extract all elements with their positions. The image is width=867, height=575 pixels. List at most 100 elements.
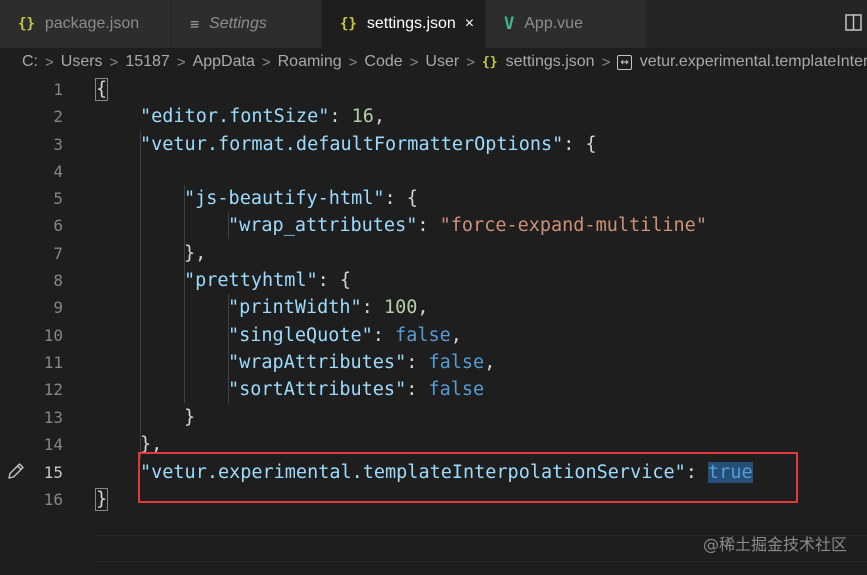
code-line: }, <box>184 240 206 267</box>
punct: , <box>373 106 386 127</box>
line-number: 10 <box>43 326 63 345</box>
json-number: 100 <box>383 297 418 318</box>
tab-package-json[interactable]: {} package.json <box>0 0 172 48</box>
code-line: "js-beautify-html": { <box>184 185 418 212</box>
code-line: { <box>94 76 109 103</box>
json-key: "wrapAttributes" <box>228 352 407 373</box>
close-icon[interactable]: × <box>465 15 474 33</box>
punct: : { <box>384 188 418 209</box>
json-boolean: false <box>395 325 451 346</box>
pencil-icon <box>8 463 24 479</box>
punct: : <box>329 106 352 127</box>
chevron-right-icon: > <box>45 53 54 71</box>
breadcrumb: C: > Users > 15187 > AppData > Roaming >… <box>0 48 867 76</box>
line-number: 1 <box>53 80 63 99</box>
json-key: "sortAttributes" <box>228 379 407 400</box>
tab-app-vue[interactable]: V App.vue <box>486 0 646 48</box>
line-number: 14 <box>43 435 63 454</box>
chevron-right-icon: > <box>109 53 119 71</box>
json-key: "printWidth" <box>228 297 362 318</box>
chevron-right-icon: > <box>348 53 358 71</box>
breadcrumb-item[interactable]: AppData <box>193 53 255 71</box>
line-number: 9 <box>53 298 63 317</box>
code-line: "printWidth": 100, <box>228 294 429 321</box>
json-key: "vetur.format.defaultFormatterOptions" <box>140 134 564 155</box>
line-number: 11 <box>43 353 63 372</box>
code-line: "editor.fontSize": 16, <box>140 103 385 130</box>
punct: : <box>406 352 429 373</box>
json-braces-icon: {} <box>340 16 357 32</box>
punct: : <box>417 215 440 236</box>
tab-label: settings.json <box>366 15 456 32</box>
breadcrumb-property[interactable]: vetur.experimental.templateInterpolation… <box>640 53 867 71</box>
line-number: 4 <box>53 162 63 181</box>
punct: , <box>417 297 429 318</box>
chevron-right-icon: > <box>261 53 271 71</box>
line-number: 7 <box>53 244 63 263</box>
json-string: "force-expand-multiline" <box>439 215 707 236</box>
punct: , <box>484 352 496 373</box>
punct: : { <box>563 134 597 155</box>
property-icon: ↔ <box>617 54 632 70</box>
chevron-right-icon: > <box>176 53 186 71</box>
code-line: } <box>184 404 195 431</box>
line-number: 13 <box>43 408 63 427</box>
settings-lines-icon: ≡ <box>190 15 200 33</box>
punct: , <box>450 325 462 346</box>
json-braces-icon: {} <box>18 16 35 32</box>
line-number: 3 <box>53 135 63 154</box>
line-number: 8 <box>53 271 63 290</box>
chevron-right-icon: > <box>466 53 475 71</box>
json-key: "editor.fontSize" <box>140 106 330 127</box>
tab-label: package.json <box>44 15 140 32</box>
line-number-gutter: 1 2 3 4 5 6 7 8 9 10 11 12 13 14 15 16 <box>0 76 86 575</box>
json-boolean: false <box>428 379 485 400</box>
breadcrumb-item[interactable]: C: <box>22 53 38 71</box>
tab-label: Settings <box>209 15 267 32</box>
punct: : { <box>317 270 352 291</box>
breadcrumb-item[interactable]: Users <box>61 53 103 71</box>
code-line: } <box>94 486 109 513</box>
watermark: @稀土掘金技术社区 <box>702 535 847 554</box>
punct: : <box>406 379 429 400</box>
code-line: "singleQuote": false, <box>228 322 462 349</box>
breadcrumb-item[interactable]: User <box>425 53 459 71</box>
json-key: "js-beautify-html" <box>184 188 385 209</box>
tab-label: App.vue <box>524 15 583 32</box>
code-line: "wrap_attributes": "force-expand-multili… <box>228 212 707 239</box>
punct: }, <box>184 243 207 264</box>
annotation-highlight-box <box>138 452 798 503</box>
json-braces-icon: {} <box>481 54 498 70</box>
line-number: 16 <box>43 490 63 509</box>
breadcrumb-file[interactable]: settings.json <box>506 53 595 71</box>
chevron-right-icon: > <box>409 53 419 71</box>
punct: } <box>184 407 196 428</box>
json-key: "wrap_attributes" <box>228 215 418 236</box>
punct: : <box>372 325 396 346</box>
line-number: 6 <box>53 216 63 235</box>
line-number: 12 <box>43 380 63 399</box>
tab-settings[interactable]: ≡ Settings <box>172 0 322 48</box>
json-key: "singleQuote" <box>228 325 373 346</box>
brace: } <box>94 488 109 511</box>
line-number: 5 <box>53 189 63 208</box>
chevron-right-icon: > <box>601 53 611 71</box>
open-preview-icon[interactable] <box>843 12 865 34</box>
line-number: 2 <box>53 107 63 126</box>
vue-logo-icon: V <box>504 14 515 34</box>
breadcrumb-item[interactable]: 15187 <box>125 53 170 71</box>
code-line: "prettyhtml": { <box>184 267 351 294</box>
punct: : <box>361 297 384 318</box>
brace: { <box>94 78 109 101</box>
code-line: "sortAttributes": false <box>228 376 484 403</box>
breadcrumb-item[interactable]: Code <box>364 53 402 71</box>
breadcrumb-item[interactable]: Roaming <box>278 53 342 71</box>
json-boolean: false <box>428 352 485 373</box>
code-line: "wrapAttributes": false, <box>228 349 495 376</box>
indent-guide <box>184 185 185 403</box>
json-key: "prettyhtml" <box>184 270 318 291</box>
code-line: "vetur.format.defaultFormatterOptions": … <box>140 131 597 158</box>
json-number: 16 <box>351 106 374 127</box>
tab-settings-json[interactable]: {} settings.json × <box>322 0 486 48</box>
indent-guide <box>140 131 141 459</box>
